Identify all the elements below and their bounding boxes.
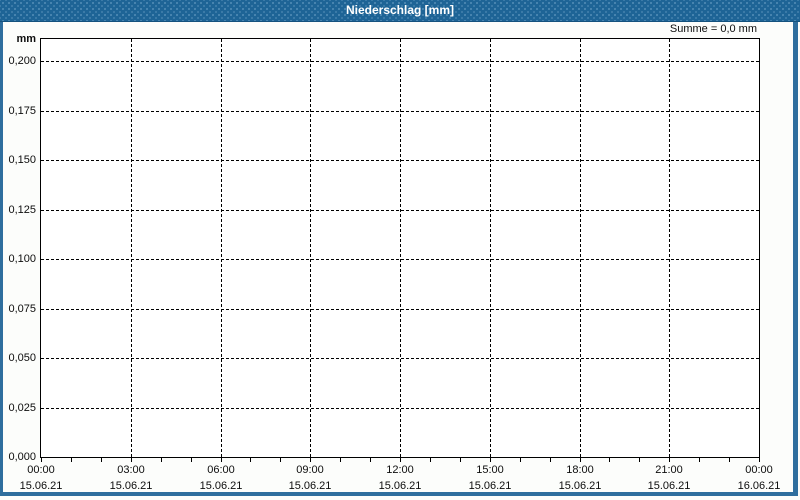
x-axis-minor-tick [580,458,581,462]
x-tick-time-label: 15:00 [476,464,504,476]
x-axis-minor-tick [101,458,102,462]
x-axis-minor-tick [609,458,610,462]
x-axis-minor-tick [490,458,491,462]
y-tick-label: 0,200 [8,55,36,67]
x-tick-date-label: 15.06.21 [647,480,691,492]
x-gridline [669,39,670,457]
x-tick-time-label: 00:00 [27,464,55,476]
y-tick-label: 0,125 [8,204,36,216]
x-axis-minor-tick [430,458,431,462]
x-gridline [221,39,222,457]
x-axis-minor-tick [340,458,341,462]
x-gridline [580,39,581,457]
x-tick-date-label: 15.06.21 [199,480,243,492]
x-tick-time-label: 12:00 [386,464,414,476]
x-gridline [400,39,401,457]
x-axis-minor-tick [280,458,281,462]
x-axis-minor-tick [460,458,461,462]
y-tick-label: 0,100 [8,253,36,265]
x-tick-date-label: 15.06.21 [19,480,63,492]
x-axis-minor-tick [400,458,401,462]
x-tick-time-label: 18:00 [566,464,594,476]
x-tick-date-label: 15.06.21 [109,480,153,492]
x-axis-minor-tick [759,458,760,462]
x-axis-minor-tick [310,458,311,462]
x-tick-time-label: 00:00 [745,464,773,476]
x-axis-minor-tick [191,458,192,462]
x-gridline [310,39,311,457]
x-axis-minor-tick [639,458,640,462]
y-tick-label: 0,150 [8,154,36,166]
plot-area [40,38,760,458]
x-axis-minor-tick [131,458,132,462]
x-axis-minor-tick [370,458,371,462]
y-tick-label: 0,050 [8,352,36,364]
y-tick-label: 0,025 [8,402,36,414]
x-axis-minor-tick [41,458,42,462]
x-tick-date-label: 16.06.21 [737,480,781,492]
x-tick-date-label: 15.06.21 [288,480,332,492]
x-gridline [490,39,491,457]
y-tick-label: 0,075 [8,303,36,315]
x-gridline [131,39,132,457]
y-axis-unit-label: mm [16,33,36,45]
sum-label: Summe = 0,0 mm [669,23,757,35]
x-axis-minor-tick [161,458,162,462]
chart-title: Niederschlag [mm] [345,3,455,17]
x-axis-minor-tick [250,458,251,462]
x-axis-minor-tick [520,458,521,462]
chart-title-bar: Niederschlag [mm] [0,0,800,22]
x-tick-time-label: 03:00 [117,464,145,476]
x-axis-minor-tick [669,458,670,462]
chart-window: Niederschlag [mm] Summe = 0,0 mm mm 0,20… [0,0,800,500]
x-axis-minor-tick [729,458,730,462]
x-axis-minor-tick [699,458,700,462]
x-tick-date-label: 15.06.21 [378,480,422,492]
y-tick-label: 0,000 [8,451,36,463]
x-tick-time-label: 21:00 [655,464,683,476]
x-axis-minor-tick [71,458,72,462]
window-frame-right [793,22,798,496]
y-tick-label: 0,175 [8,105,36,117]
x-tick-date-label: 15.06.21 [558,480,602,492]
x-tick-time-label: 06:00 [207,464,235,476]
x-axis-minor-tick [221,458,222,462]
x-axis-minor-tick [550,458,551,462]
x-tick-date-label: 15.06.21 [468,480,512,492]
x-tick-time-label: 09:00 [296,464,324,476]
